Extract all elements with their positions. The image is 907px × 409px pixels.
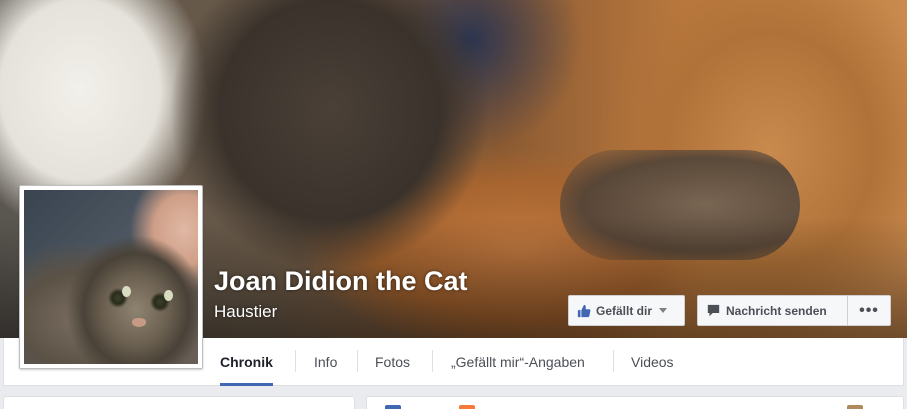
cover-photo-detail <box>560 150 800 260</box>
tab-divider <box>357 350 358 372</box>
caret-down-icon <box>659 308 668 313</box>
like-button-label: Gefällt dir <box>596 303 653 318</box>
send-message-label: Nachricht senden <box>726 303 827 318</box>
tab-info[interactable]: Info <box>314 338 337 385</box>
speech-bubble-icon <box>707 304 720 317</box>
tab-divider <box>432 350 433 372</box>
more-options-button[interactable]: ••• <box>847 295 891 326</box>
tab-likes[interactable]: „Gefällt mir“-Angaben <box>451 338 585 385</box>
facebook-page-header: Joan Didion the Cat Haustier Gefällt dir… <box>0 0 907 409</box>
profile-photo <box>24 190 198 364</box>
status-icon[interactable] <box>385 405 401 409</box>
thumbs-up-icon <box>577 304 591 318</box>
send-message-button[interactable]: Nachricht senden <box>697 295 847 326</box>
photo-icon[interactable] <box>459 405 475 409</box>
tab-fotos[interactable]: Fotos <box>375 338 410 385</box>
page-title[interactable]: Joan Didion the Cat <box>214 266 468 297</box>
tab-videos[interactable]: Videos <box>631 338 674 385</box>
more-dots-icon: ••• <box>859 301 879 319</box>
avatar[interactable] <box>847 405 863 409</box>
tab-divider <box>295 350 296 372</box>
page-category[interactable]: Haustier <box>214 302 277 322</box>
tab-chronik[interactable]: Chronik <box>220 338 273 386</box>
profile-picture[interactable] <box>19 185 203 369</box>
composer-card <box>366 396 904 409</box>
like-button[interactable]: Gefällt dir <box>568 295 685 326</box>
left-column-card <box>3 396 355 409</box>
tab-divider <box>613 350 614 372</box>
